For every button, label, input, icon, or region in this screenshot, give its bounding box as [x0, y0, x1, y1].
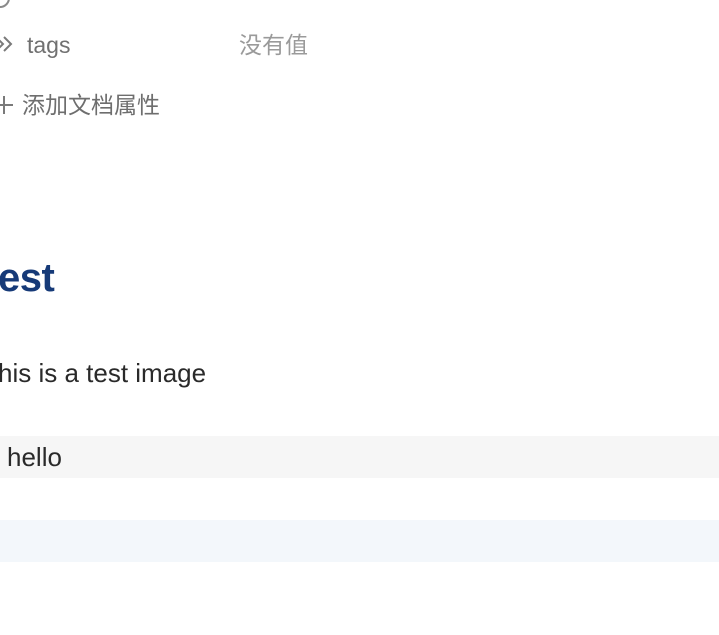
property-key: tags — [27, 32, 71, 58]
add-property-label: 添加文档属性 — [22, 92, 160, 118]
paragraph-block[interactable]: his is a test image — [0, 356, 206, 390]
plus-icon — [0, 94, 14, 116]
tag-icon — [0, 34, 16, 54]
code-block[interactable]: hello — [0, 436, 719, 478]
page-heading[interactable]: est — [0, 252, 55, 304]
property-row-tags[interactable]: tags 没有值 — [0, 28, 719, 60]
empty-block[interactable] — [0, 520, 719, 562]
property-value[interactable]: 没有值 — [239, 31, 308, 59]
document-page: tags 没有值 添加文档属性 est his is a test image … — [0, 0, 719, 635]
property-icon — [0, 0, 10, 8]
add-document-property-button[interactable]: 添加文档属性 — [0, 89, 300, 121]
code-text: hello — [7, 442, 62, 472]
